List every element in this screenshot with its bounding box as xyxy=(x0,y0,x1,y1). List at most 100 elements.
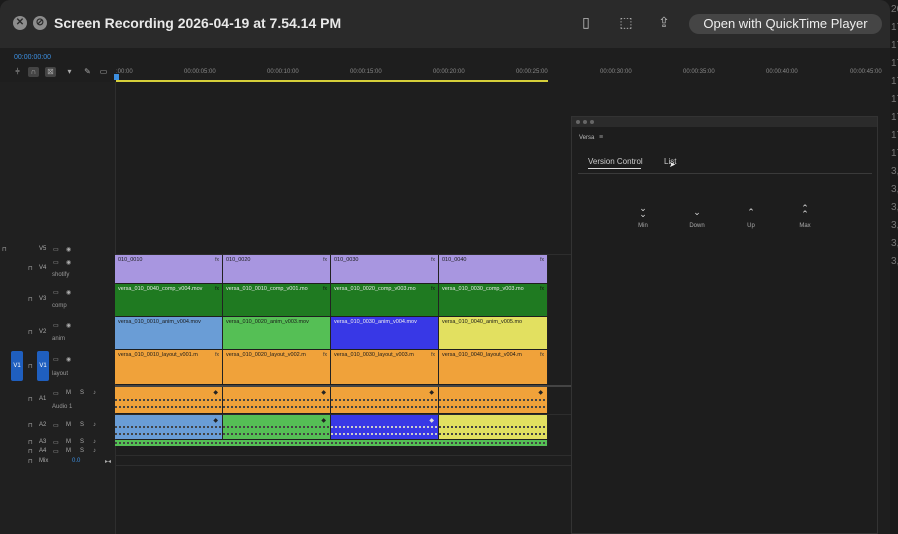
clip-v1[interactable]: versa_010_0040_layout_v004.m fx xyxy=(439,350,548,384)
lock-icon[interactable]: ⊓ xyxy=(28,448,33,455)
audio-clip-a1[interactable]: ◆ xyxy=(439,387,548,413)
tab-version-control[interactable]: Version Control xyxy=(588,157,643,166)
sync-lock-icon[interactable]: ▭ xyxy=(53,390,59,397)
eye-icon[interactable]: ◉ xyxy=(66,356,71,363)
close-icon[interactable]: ✕ xyxy=(13,16,27,30)
panel-close-icon[interactable] xyxy=(576,120,580,124)
mute-button[interactable]: M xyxy=(66,422,71,428)
clip-v1[interactable]: versa_010_0010_layout_v001.m fx xyxy=(115,350,223,384)
camera-icon[interactable]: ▭ xyxy=(53,356,59,363)
ruler-tick: 00:00:15:00 xyxy=(350,69,382,75)
lock-icon[interactable]: ⊓ xyxy=(28,422,33,429)
panel-titlebar[interactable] xyxy=(572,117,877,127)
background-text: 3, xyxy=(891,220,898,231)
eye-icon[interactable]: ◉ xyxy=(66,289,71,296)
microphone-icon[interactable]: ♪ xyxy=(93,448,96,454)
eye-icon[interactable]: ◉ xyxy=(66,259,71,266)
min-button[interactable]: ⌄ ⌄ Min xyxy=(628,204,658,230)
mix-end-icon[interactable]: ▸◂ xyxy=(105,458,111,465)
solo-button[interactable]: S xyxy=(80,448,84,454)
audio-clip-a2[interactable] xyxy=(439,415,548,439)
ruler-tick: 00:00:40:00 xyxy=(766,69,798,75)
solo-button[interactable]: S xyxy=(80,390,84,396)
clip-v3[interactable]: versa_010_0020_comp_v003.mo fx xyxy=(331,284,439,316)
work-area-bar[interactable] xyxy=(116,80,548,82)
clip-v3[interactable]: versa_010_0030_comp_v003.mo fx xyxy=(439,284,548,316)
lock-icon[interactable]: ⊓ xyxy=(28,439,33,446)
clip-v2[interactable]: versa_010_0040_anim_v005.mo xyxy=(439,317,548,349)
eye-icon[interactable]: ◉ xyxy=(66,246,71,253)
panel-minimize-icon[interactable] xyxy=(583,120,587,124)
audio-clip-a3[interactable] xyxy=(115,440,548,446)
lock-icon[interactable]: ⊓ xyxy=(28,329,33,336)
panel-menu-icon[interactable]: ≡ xyxy=(599,134,603,141)
clip-v2[interactable]: versa_010_0030_anim_v004.mov xyxy=(331,317,439,349)
captions-icon[interactable]: ▭ xyxy=(98,67,109,77)
microphone-icon[interactable]: ♪ xyxy=(93,439,96,445)
sync-lock-icon[interactable]: ▭ xyxy=(53,422,59,429)
down-button[interactable]: ⌄ Down xyxy=(682,205,712,229)
background-window-edge: 26 17 17 17 17 17 17 17 17 3, 3, 3, 3, 3, 3, xyxy=(890,0,898,534)
clip-v3[interactable]: versa_010_0040_comp_v004.mov fx xyxy=(115,284,223,316)
rotate-icon[interactable]: ⬚ xyxy=(617,14,635,31)
camera-icon[interactable]: ▭ xyxy=(53,246,59,253)
clip-v4[interactable]: 010_0010 fx xyxy=(115,255,223,283)
sync-lock-icon[interactable]: ▭ xyxy=(53,448,59,455)
audio-clip-a1[interactable]: ◆ xyxy=(331,387,439,413)
clip-v4[interactable]: 010_0030 fx xyxy=(331,255,439,283)
lock-icon[interactable]: ⊓ xyxy=(28,296,33,303)
playhead[interactable] xyxy=(114,74,119,80)
open-with-quicktime-button[interactable]: Open with QuickTime Player xyxy=(689,14,882,34)
snap-icon[interactable]: ∩ xyxy=(28,67,39,77)
solo-button[interactable]: S xyxy=(80,439,84,445)
camera-icon[interactable]: ▭ xyxy=(53,289,59,296)
mouse-cursor-icon: ➤ xyxy=(669,160,676,169)
camera-icon[interactable]: ▭ xyxy=(53,259,59,266)
audio-clip-a2[interactable]: ◆ xyxy=(223,415,331,439)
ruler-tick: 00:00:25:00 xyxy=(516,69,548,75)
trim-icon[interactable]: ▯ xyxy=(577,14,595,31)
lock-icon[interactable]: ⊓ xyxy=(28,363,33,370)
minimize-icon[interactable]: ⊘ xyxy=(33,16,47,30)
ripple-icon[interactable]: ⫩ xyxy=(12,67,23,77)
max-button[interactable]: ⌃ ⌃ Max xyxy=(790,204,820,230)
audio-clip-a2[interactable]: ◆ xyxy=(331,415,439,439)
track-name: layout xyxy=(52,371,69,377)
up-button[interactable]: ⌃ Up xyxy=(736,205,766,229)
waveform xyxy=(115,399,222,401)
mute-button[interactable]: M xyxy=(66,448,71,454)
clip-v2[interactable]: versa_010_0020_anim_v003.mov xyxy=(223,317,331,349)
mute-button[interactable]: M xyxy=(66,390,71,396)
audio-clip-a2[interactable]: ◆ xyxy=(115,415,223,439)
lock-icon[interactable]: ⊓ xyxy=(28,265,33,272)
linked-selection-icon[interactable]: ⊠ xyxy=(45,67,56,77)
clip-v3[interactable]: versa_010_0010_comp_v001.mo fx xyxy=(223,284,331,316)
camera-icon[interactable]: ▭ xyxy=(53,322,59,329)
microphone-icon[interactable]: ♪ xyxy=(93,422,96,428)
panel-zoom-icon[interactable] xyxy=(590,120,594,124)
lock-icon[interactable]: ⊓ xyxy=(2,246,7,253)
clip-v1[interactable]: versa_010_0030_layout_v003.m fx xyxy=(331,350,439,384)
lock-icon[interactable]: ⊓ xyxy=(28,396,33,403)
mix-value[interactable]: 0.0 xyxy=(72,458,80,464)
clip-v1[interactable]: versa_010_0020_layout_v002.m fx xyxy=(223,350,331,384)
eye-icon[interactable]: ◉ xyxy=(66,322,71,329)
marker-icon[interactable]: ▾ xyxy=(64,67,75,77)
wrench-icon[interactable]: ✎ xyxy=(82,67,93,77)
clip-v4[interactable]: 010_0020 fx xyxy=(223,255,331,283)
timecode-display[interactable]: 00:00:00:00 xyxy=(14,54,51,61)
microphone-icon[interactable]: ♪ xyxy=(93,390,96,396)
audio-clip-a1[interactable]: ◆ xyxy=(223,387,331,413)
clip-v2[interactable]: versa_010_0010_anim_v004.mov xyxy=(115,317,223,349)
track-target-v1[interactable]: V1 xyxy=(37,351,49,381)
source-patch-v1[interactable]: V1 xyxy=(11,351,23,381)
solo-button[interactable]: S xyxy=(80,422,84,428)
sync-lock-icon[interactable]: ▭ xyxy=(53,439,59,446)
lock-icon[interactable]: ⊓ xyxy=(28,458,33,465)
mute-button[interactable]: M xyxy=(66,439,71,445)
share-icon[interactable]: ⇪ xyxy=(655,14,673,31)
waveform xyxy=(331,433,438,435)
clip-v4[interactable]: 010_0040 fx xyxy=(439,255,548,283)
audio-clip-a1[interactable]: ◆ xyxy=(115,387,223,413)
clip-label: versa_010_0040_comp_v004.mov xyxy=(118,286,203,292)
